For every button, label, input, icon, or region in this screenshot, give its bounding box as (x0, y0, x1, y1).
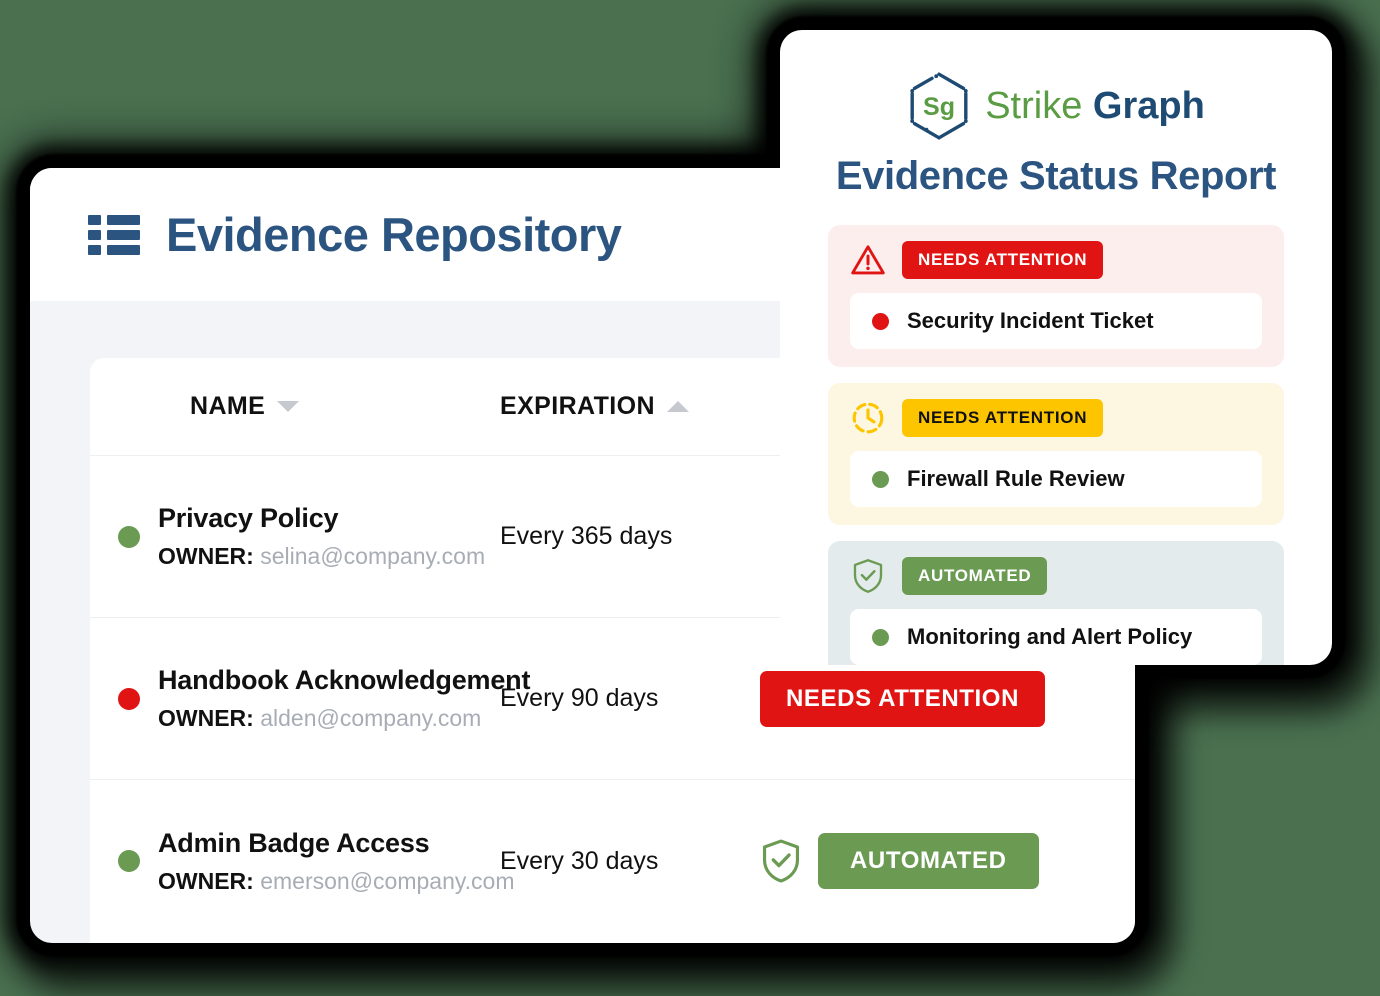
strike-graph-logo-icon: Sg (910, 72, 968, 140)
row-name-cell: Privacy Policy OWNER: selina@company.com (90, 503, 500, 570)
column-header-expiration[interactable]: EXPIRATION (500, 392, 760, 421)
shield-check-icon (762, 839, 800, 883)
owner-email: selina@company.com (260, 543, 486, 569)
evidence-owner: OWNER: selina@company.com (158, 543, 500, 570)
column-header-name-label: NAME (190, 392, 266, 420)
evidence-owner: OWNER: alden@company.com (158, 705, 500, 732)
page-title: Evidence Repository (166, 208, 622, 261)
owner-email: alden@company.com (260, 705, 482, 731)
status-badge-automated[interactable]: AUTOMATED (818, 833, 1039, 889)
row-name-cell: Handbook Acknowledgement OWNER: alden@co… (90, 665, 531, 732)
status-dot (118, 687, 140, 710)
warning-triangle-icon (851, 245, 885, 275)
table-row[interactable]: Admin Badge Access OWNER: emerson@compan… (90, 780, 1135, 942)
evidence-name: Handbook Acknowledgement (158, 665, 531, 695)
status-card-header: NEEDS ATTENTION (850, 241, 1262, 279)
list-icon (88, 214, 140, 255)
status-dot (118, 850, 140, 872)
sort-ascending-icon (666, 401, 689, 412)
status-item-label: Security Incident Ticket (907, 308, 1154, 333)
evidence-expiration: Every 365 days (500, 522, 673, 550)
evidence-expiration: Every 30 days (500, 846, 659, 875)
status-badge-automated[interactable]: AUTOMATED (902, 557, 1048, 595)
report-title: Evidence Status Report (835, 154, 1277, 198)
evidence-expiration: Every 90 days (500, 684, 659, 712)
evidence-name: Privacy Policy (158, 503, 339, 533)
sort-descending-icon (277, 401, 300, 412)
brand-word-graph: Graph (1092, 84, 1205, 127)
brand-word-strike: Strike (985, 84, 1083, 127)
owner-label: OWNER: (158, 543, 254, 569)
status-card-header: AUTOMATED (850, 557, 1262, 595)
evidence-owner: OWNER: emerson@company.com (158, 867, 515, 895)
status-card-automated: AUTOMATED Monitoring and Alert Policy (828, 541, 1284, 665)
clock-icon (852, 402, 884, 434)
brand-lockup: Sg Strike Graph (828, 64, 1284, 148)
owner-email: emerson@company.com (260, 867, 515, 894)
status-item-label: Monitoring and Alert Policy (907, 624, 1193, 649)
status-dot (872, 628, 889, 646)
svg-text:Sg: Sg (923, 93, 955, 121)
evidence-status-report-panel: Sg Strike Graph Evidence Status Report N… (780, 30, 1332, 665)
owner-label: OWNER: (158, 705, 254, 731)
status-card-header: NEEDS ATTENTION (850, 399, 1262, 437)
owner-label: OWNER: (158, 867, 254, 894)
status-card-needs-attention-yellow: NEEDS ATTENTION Firewall Rule Review (828, 383, 1284, 525)
status-badge-needs-attention[interactable]: NEEDS ATTENTION (760, 670, 1046, 727)
status-dot (872, 470, 889, 488)
status-item-label: Firewall Rule Review (907, 466, 1125, 491)
evidence-name: Admin Badge Access (158, 827, 430, 858)
status-card-needs-attention-red: NEEDS ATTENTION Security Incident Ticket (828, 225, 1284, 367)
status-card-item[interactable]: Firewall Rule Review (850, 451, 1262, 507)
row-status-cell: AUTOMATED (760, 833, 1135, 889)
status-card-item[interactable]: Monitoring and Alert Policy (850, 609, 1262, 665)
column-header-name[interactable]: NAME (90, 392, 500, 421)
column-header-expiration-label: EXPIRATION (500, 392, 655, 420)
status-dot (872, 312, 889, 330)
brand-wordmark: Strike Graph (985, 85, 1205, 128)
status-card-item[interactable]: Security Incident Ticket (850, 293, 1262, 349)
status-badge-needs-attention[interactable]: NEEDS ATTENTION (902, 241, 1104, 279)
status-dot (118, 525, 140, 548)
status-badge-needs-attention[interactable]: NEEDS ATTENTION (902, 399, 1104, 437)
shield-check-icon (853, 559, 883, 593)
row-name-cell: Admin Badge Access OWNER: emerson@compan… (90, 827, 515, 895)
row-status-cell: NEEDS ATTENTION (760, 670, 1135, 727)
